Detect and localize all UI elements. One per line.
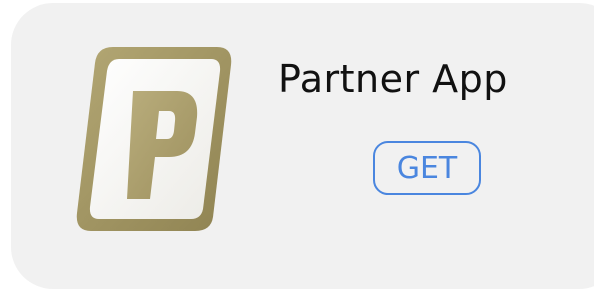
- partner-app-p-logo-icon: [76, 47, 232, 231]
- app-name: Partner App: [278, 57, 508, 101]
- get-button[interactable]: GET: [373, 141, 481, 195]
- app-icon[interactable]: [71, 41, 237, 235]
- app-listing-card: Partner App: [11, 3, 594, 289]
